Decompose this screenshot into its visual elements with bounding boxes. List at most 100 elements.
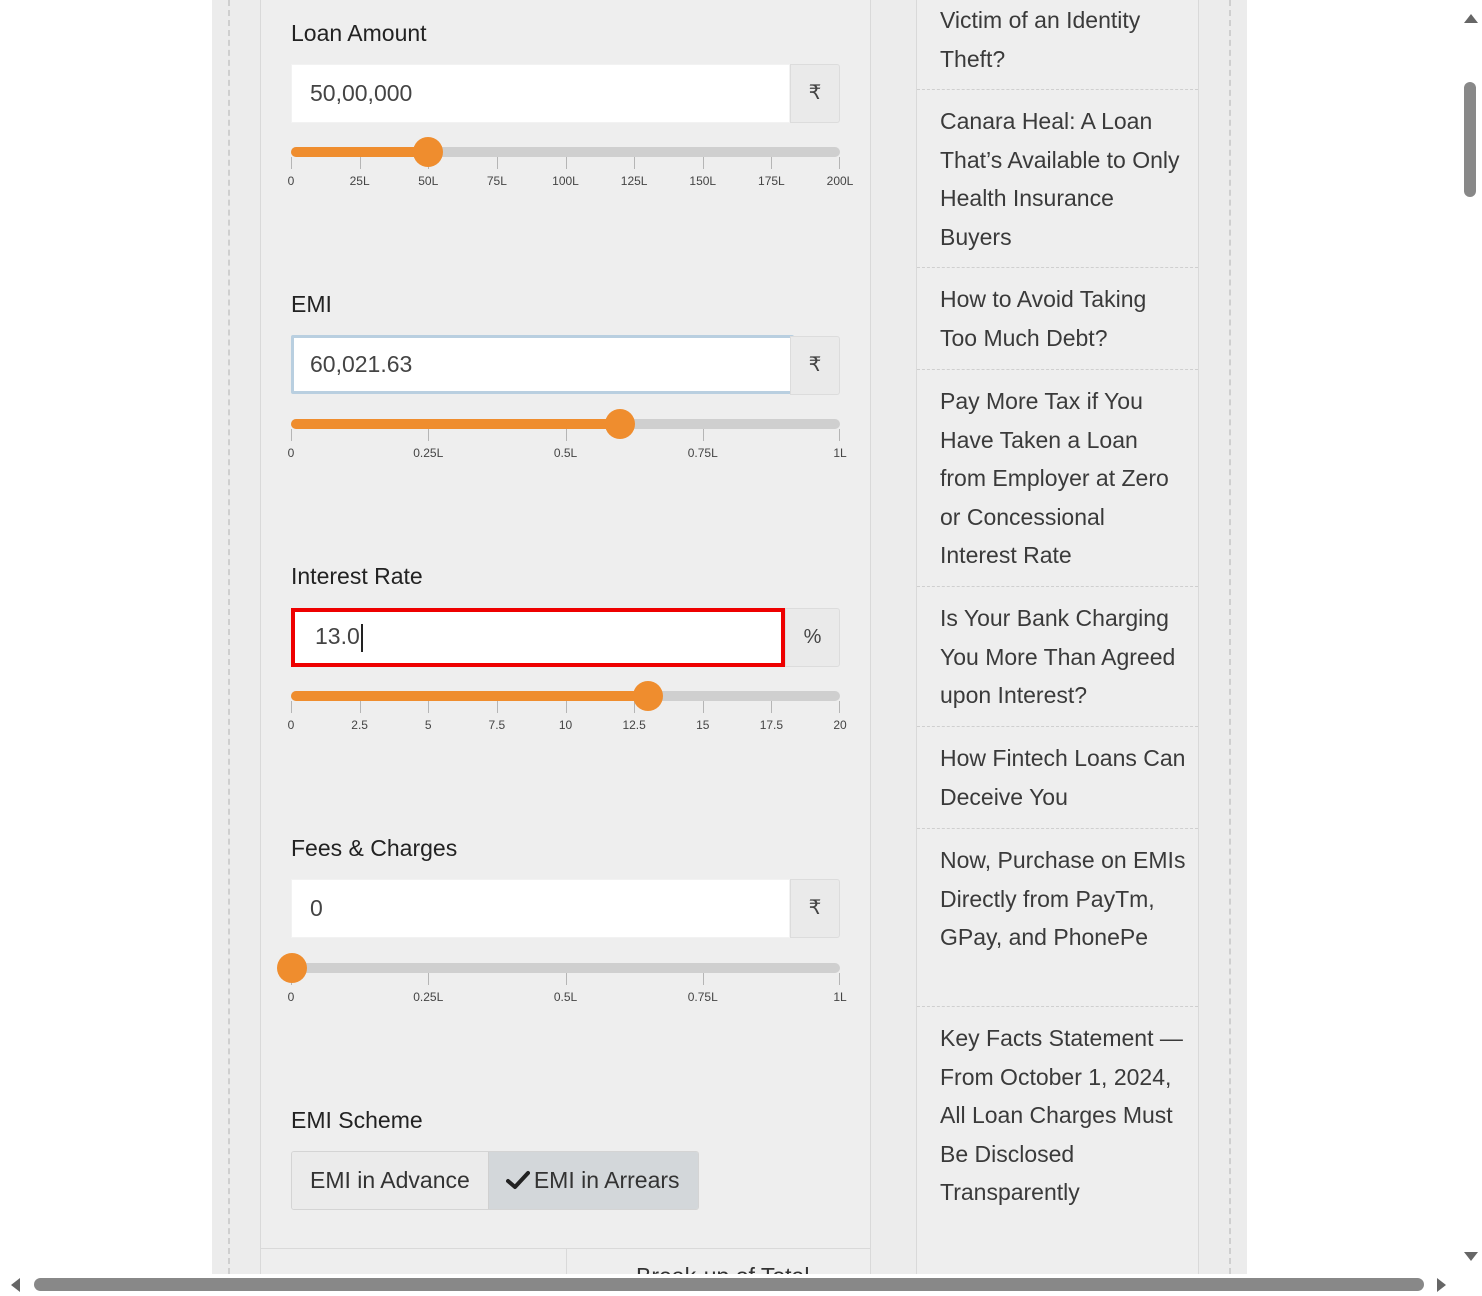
interest-rate-input[interactable]: 13.0 — [291, 608, 785, 667]
slider-tick-label: 10 — [558, 718, 573, 732]
slider-tick — [428, 701, 430, 713]
slider-tick — [496, 701, 498, 713]
slider-thumb[interactable] — [605, 409, 636, 439]
text-caret — [360, 623, 363, 652]
emi-input[interactable]: 60,021.63 — [291, 335, 794, 394]
column-divider — [566, 1249, 567, 1275]
checkmark-icon — [505, 1171, 530, 1189]
article-link[interactable]: Victim of an Identity Theft? — [917, 0, 1198, 90]
interest-rate-label: Interest Rate — [291, 563, 423, 589]
loan-amount-input[interactable]: 50,00,000 — [291, 64, 790, 123]
fees-charges-label: Fees & Charges — [291, 835, 458, 861]
vertical-scroll-thumb[interactable] — [1464, 82, 1476, 197]
emi-slider[interactable]: 0 0.25L 0.5L 0.75L 1L — [287, 409, 847, 479]
slider-tick — [428, 429, 430, 441]
emi-scheme-toggle: EMI in Advance EMI in Arrears — [291, 1151, 699, 1210]
article-link[interactable]: Key Facts Statement — From October 1, 20… — [917, 1007, 1198, 1274]
slider-tick — [291, 157, 292, 169]
slider-tick-label: 0 — [287, 990, 295, 1004]
slider-tick-label: 1L — [833, 446, 847, 460]
slider-tick-label: 12.5 — [622, 718, 646, 732]
slider-thumb[interactable] — [277, 953, 307, 983]
results-table-header: Break-up of Total — [260, 1248, 871, 1275]
slider-tick — [839, 701, 840, 713]
slider-tick-label: 0 — [287, 446, 295, 460]
slider-fill — [291, 419, 621, 429]
slider-tick — [839, 429, 840, 441]
slider-tick — [702, 701, 704, 713]
slider-tick — [565, 973, 567, 985]
rupee-addon: ₹ — [790, 879, 840, 938]
slider-tick — [565, 701, 567, 713]
slider-tick — [291, 701, 292, 713]
slider-tick-label: 20 — [833, 718, 847, 732]
slider-tick-label: 0.75L — [687, 990, 718, 1004]
slider-tick-label: 0.25L — [413, 990, 444, 1004]
slider-tick — [702, 157, 704, 169]
scroll-up-arrow-icon[interactable] — [1464, 14, 1478, 23]
interest-rate-slider[interactable]: 0 2.5 5 7.5 10 12.5 15 17.5 20 — [288, 681, 847, 751]
slider-tick — [839, 157, 840, 169]
slider-fill — [291, 691, 648, 701]
slider-tick — [771, 157, 773, 169]
slider-fill — [291, 147, 429, 157]
slider-tick-label: 15 — [696, 718, 710, 732]
slider-tick-label: 200L — [826, 174, 854, 188]
article-link[interactable]: How to Avoid Taking Too Much Debt? — [917, 268, 1198, 370]
loan-amount-slider[interactable]: 0 25L 50L 75L 100L 125L 150L 175L 200L — [288, 137, 853, 207]
slider-tick — [359, 157, 361, 169]
dashed-border-right — [1229, 0, 1231, 1274]
slider-thumb[interactable] — [632, 681, 663, 711]
slider-tick-label: 125L — [620, 174, 648, 188]
vertical-scrollbar[interactable] — [1460, 0, 1482, 1274]
slider-tick-label: 2.5 — [351, 718, 368, 732]
slider-tick-label: 0.25L — [413, 446, 444, 460]
slider-tick-label: 175L — [758, 174, 785, 188]
horizontal-scrollbar[interactable] — [0, 1274, 1482, 1296]
interest-rate-value: 13.0 — [315, 623, 360, 649]
slider-thumb[interactable] — [413, 137, 444, 167]
scroll-down-arrow-icon[interactable] — [1464, 1252, 1478, 1261]
slider-tick-label: 100L — [552, 174, 579, 188]
slider-tick-label: 75L — [486, 174, 507, 188]
slider-tick — [428, 973, 430, 985]
slider-track[interactable] — [291, 963, 840, 973]
slider-tick — [565, 157, 567, 169]
slider-tick-label: 50L — [418, 174, 439, 188]
dashed-border-left — [228, 0, 230, 1274]
slider-tick — [565, 429, 567, 441]
article-link[interactable]: Canara Heal: A Loan That’s Available to … — [917, 90, 1198, 268]
slider-tick — [771, 701, 773, 713]
scroll-left-arrow-icon[interactable] — [11, 1278, 20, 1292]
slider-tick — [496, 157, 498, 169]
fees-charges-input[interactable]: 0 — [291, 879, 790, 938]
article-link[interactable]: Pay More Tax if You Have Taken a Loan fr… — [917, 370, 1198, 587]
slider-tick-label: 0.75L — [687, 446, 718, 460]
rupee-addon: ₹ — [790, 336, 840, 395]
emi-in-arrears-button[interactable]: EMI in Arrears — [487, 1152, 698, 1209]
article-link[interactable]: Now, Purchase on EMIs Directly from PayT… — [917, 829, 1198, 1007]
slider-tick-label: 150L — [689, 174, 717, 188]
scroll-right-arrow-icon[interactable] — [1437, 1278, 1446, 1292]
article-link[interactable]: How Fintech Loans Can Deceive You — [917, 727, 1198, 829]
slider-tick-label: 7.5 — [488, 718, 506, 732]
slider-tick-label: 5 — [424, 718, 432, 732]
loan-amount-label: Loan Amount — [291, 20, 427, 46]
slider-tick — [634, 157, 636, 169]
emi-in-arrears-label: EMI in Arrears — [533, 1167, 680, 1193]
rupee-addon: ₹ — [790, 64, 840, 123]
slider-tick-label: 0.5L — [553, 446, 578, 460]
slider-tick-label: 0.5L — [553, 990, 578, 1004]
percent-addon: % — [785, 608, 840, 667]
article-link[interactable]: Is Your Bank Charging You More Than Agre… — [917, 587, 1198, 727]
emi-scheme-label: EMI Scheme — [291, 1107, 423, 1133]
emi-in-advance-button[interactable]: EMI in Advance — [292, 1152, 488, 1209]
slider-tick — [359, 701, 361, 713]
horizontal-scroll-thumb[interactable] — [34, 1278, 1424, 1291]
slider-tick — [702, 429, 704, 441]
slider-tick-label: 17.5 — [759, 718, 784, 732]
emi-label: EMI — [291, 291, 332, 317]
slider-tick — [291, 429, 292, 441]
slider-tick-label: 25L — [349, 174, 370, 188]
fees-charges-slider[interactable]: 0 0.25L 0.5L 0.75L 1L — [277, 953, 847, 1023]
